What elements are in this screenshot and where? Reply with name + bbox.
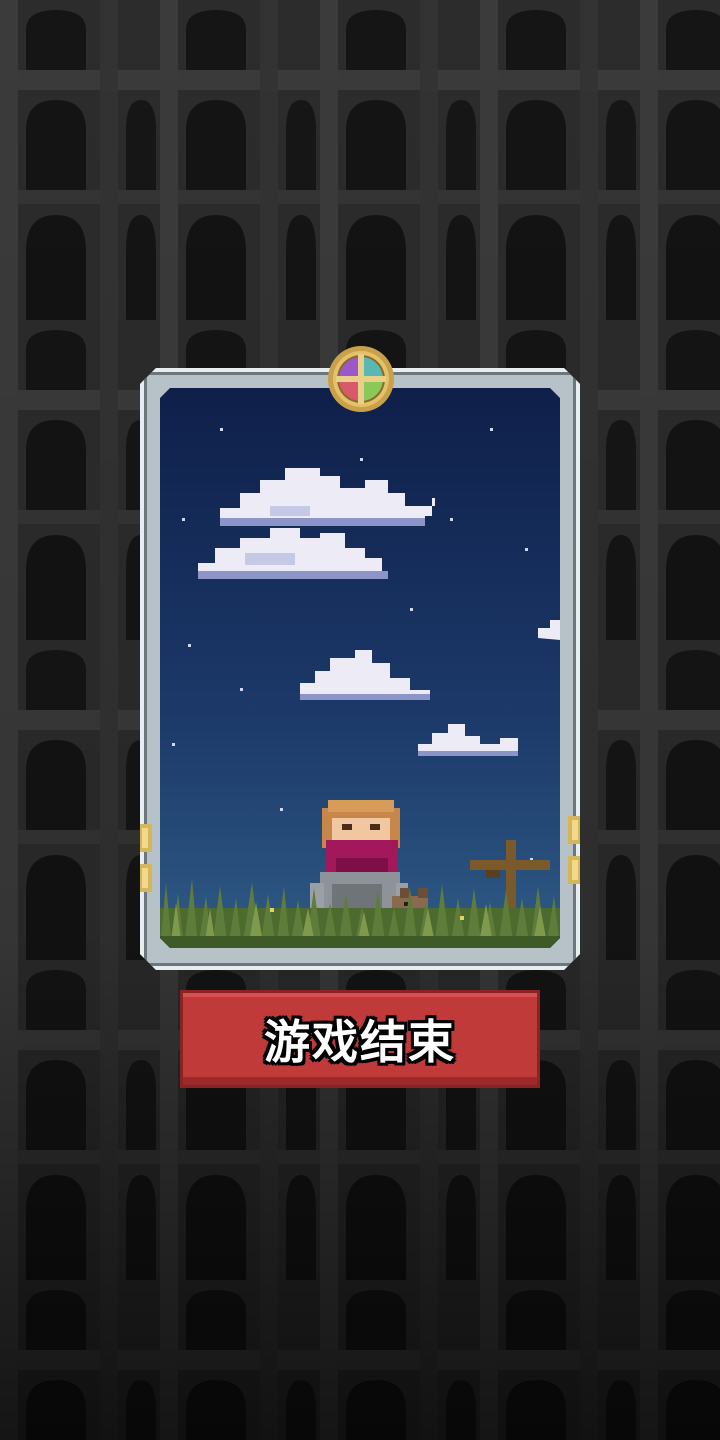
game-over-button[interactable]: 游戏结束 — [180, 990, 540, 1088]
night-scene — [160, 388, 560, 948]
card-right-clip — [568, 816, 580, 884]
game-over-label: 游戏结束 — [264, 1015, 456, 1069]
compass-medal-icon — [328, 346, 394, 412]
card-left-clip — [140, 824, 152, 892]
